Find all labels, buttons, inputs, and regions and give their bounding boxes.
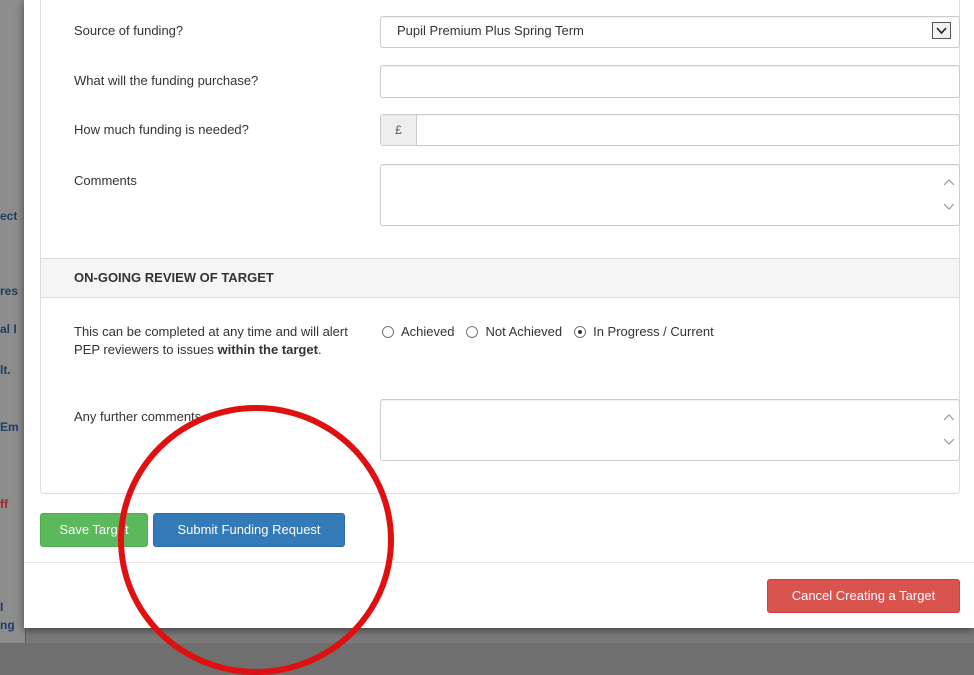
review-section-header: ON-GOING REVIEW OF TARGET bbox=[41, 258, 959, 298]
source-of-funding-select[interactable]: Pupil Premium Plus Spring Term bbox=[380, 16, 960, 48]
textarea-scroll[interactable] bbox=[943, 412, 955, 455]
radio-achieved[interactable]: Achieved bbox=[382, 324, 454, 339]
sidebar-fragment: I bbox=[0, 600, 4, 614]
sidebar-fragment: lt. bbox=[0, 363, 11, 377]
review-description-bold: within the target bbox=[217, 342, 318, 357]
radio-button[interactable] bbox=[382, 325, 394, 338]
further-comments-textarea[interactable] bbox=[380, 399, 960, 461]
comments-label: Comments bbox=[74, 173, 137, 188]
funding-purchase-input[interactable] bbox=[380, 65, 960, 98]
funding-purchase-label: What will the funding purchase? bbox=[74, 73, 259, 88]
review-status-radios: Achieved Not Achieved In Progress / Curr… bbox=[382, 324, 726, 339]
target-form-panel: Source of funding? Pupil Premium Plus Sp… bbox=[40, 0, 960, 494]
chevron-up-icon[interactable] bbox=[943, 412, 955, 450]
background-sidebar: ect res al I lt. Em ff I ng bbox=[0, 0, 26, 643]
radio-label: Achieved bbox=[401, 324, 455, 339]
radio-label: In Progress / Current bbox=[593, 324, 714, 339]
sidebar-fragment: ng bbox=[0, 618, 15, 632]
sidebar-fragment: res bbox=[0, 284, 19, 298]
sidebar-fragment: al I bbox=[0, 322, 17, 336]
textarea-scroll[interactable] bbox=[943, 177, 955, 220]
source-of-funding-label: Source of funding? bbox=[74, 23, 184, 38]
radio-not-achieved[interactable]: Not Achieved bbox=[466, 324, 562, 339]
radio-button[interactable] bbox=[466, 325, 479, 338]
sidebar-fragment: ect bbox=[0, 209, 18, 223]
radio-in-progress[interactable]: In Progress / Current bbox=[574, 324, 714, 339]
source-of-funding-value: Pupil Premium Plus Spring Term bbox=[397, 23, 584, 38]
review-description: This can be completed at any time and wi… bbox=[74, 323, 364, 359]
sidebar-fragment: Em bbox=[0, 420, 19, 434]
chevron-up-icon[interactable] bbox=[943, 177, 955, 215]
save-target-button[interactable]: Save Target bbox=[40, 513, 148, 547]
chevron-down-icon[interactable] bbox=[932, 22, 951, 39]
sidebar-fragment: ff bbox=[0, 497, 8, 511]
comments-textarea[interactable] bbox=[380, 164, 960, 226]
create-target-modal: Source of funding? Pupil Premium Plus Sp… bbox=[24, 0, 974, 628]
submit-funding-request-button[interactable]: Submit Funding Request bbox=[153, 513, 345, 547]
funding-needed-input[interactable]: £ bbox=[380, 114, 960, 146]
funding-needed-label: How much funding is needed? bbox=[74, 122, 249, 137]
radio-label: Not Achieved bbox=[485, 324, 563, 339]
currency-addon: £ bbox=[381, 115, 417, 145]
further-comments-label: Any further comments bbox=[74, 409, 202, 424]
modal-footer-divider bbox=[24, 562, 974, 563]
radio-button[interactable] bbox=[574, 325, 587, 338]
review-description-end: . bbox=[317, 342, 322, 357]
cancel-creating-target-button[interactable]: Cancel Creating a Target bbox=[767, 579, 960, 613]
review-section-title: ON-GOING REVIEW OF TARGET bbox=[74, 270, 274, 285]
